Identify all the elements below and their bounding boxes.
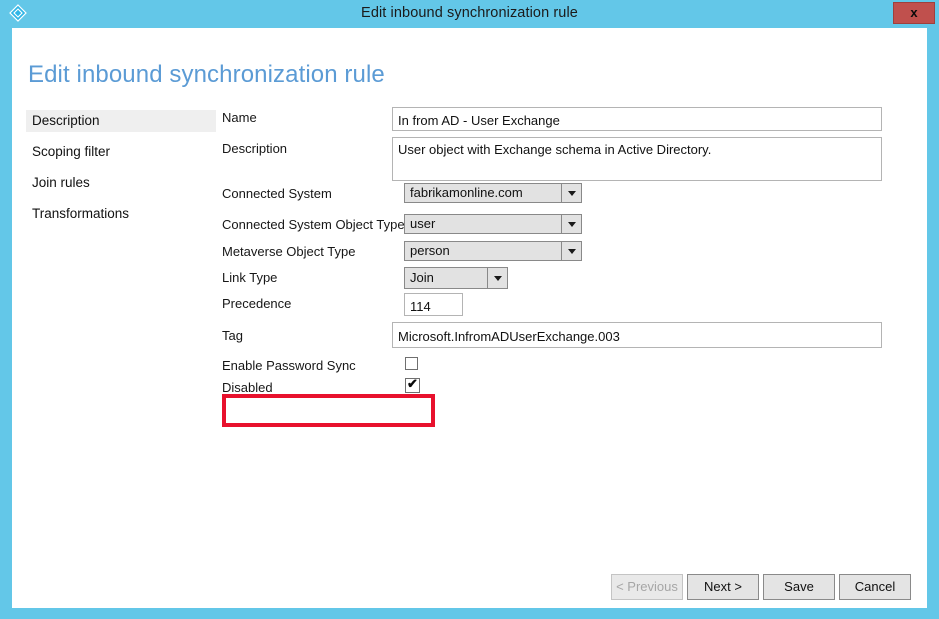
link-type-dropdown[interactable]: Join xyxy=(404,267,508,289)
chevron-down-icon xyxy=(561,215,581,233)
name-input[interactable] xyxy=(392,107,882,131)
precedence-label: Precedence xyxy=(222,296,291,311)
metaverse-object-type-label: Metaverse Object Type xyxy=(222,244,355,259)
connected-system-label: Connected System xyxy=(222,186,332,201)
next-button[interactable]: Next > xyxy=(687,574,759,600)
precedence-input[interactable] xyxy=(404,293,463,316)
link-type-label: Link Type xyxy=(222,270,277,285)
enable-password-sync-label: Enable Password Sync xyxy=(222,358,356,373)
connected-system-value: fabrikamonline.com xyxy=(405,184,561,202)
connected-system-object-type-label: Connected System Object Type xyxy=(222,217,405,232)
edit-sync-rule-window: Edit inbound synchronization rule x Edit… xyxy=(0,0,939,619)
metaverse-object-type-value: person xyxy=(405,242,561,260)
description-form: Name Description User object with Exchan… xyxy=(12,28,927,608)
disabled-checkbox[interactable]: ✔ xyxy=(405,378,420,393)
dialog-footer: < Previous Next > Save Cancel xyxy=(12,574,927,608)
link-type-value: Join xyxy=(405,268,487,288)
metaverse-object-type-dropdown[interactable]: person xyxy=(404,241,582,261)
title-bar: Edit inbound synchronization rule x xyxy=(0,0,939,26)
save-button[interactable]: Save xyxy=(763,574,835,600)
dialog-content: Edit inbound synchronization rule Descri… xyxy=(12,28,927,608)
connected-system-dropdown[interactable]: fabrikamonline.com xyxy=(404,183,582,203)
cancel-button[interactable]: Cancel xyxy=(839,574,911,600)
description-textarea[interactable]: User object with Exchange schema in Acti… xyxy=(392,137,882,181)
connected-system-object-type-value: user xyxy=(405,215,561,233)
disabled-row-highlight xyxy=(222,394,435,427)
chevron-down-icon xyxy=(561,242,581,260)
check-icon: ✔ xyxy=(407,377,418,390)
description-label: Description xyxy=(222,141,287,156)
previous-button[interactable]: < Previous xyxy=(611,574,683,600)
tag-input[interactable] xyxy=(392,322,882,348)
disabled-label: Disabled xyxy=(222,380,273,395)
name-label: Name xyxy=(222,110,257,125)
tag-label: Tag xyxy=(222,328,243,343)
chevron-down-icon xyxy=(561,184,581,202)
window-title: Edit inbound synchronization rule xyxy=(0,0,939,26)
close-button[interactable]: x xyxy=(893,2,935,24)
enable-password-sync-checkbox[interactable]: ✔ xyxy=(405,357,418,370)
connected-system-object-type-dropdown[interactable]: user xyxy=(404,214,582,234)
chevron-down-icon xyxy=(487,268,507,288)
